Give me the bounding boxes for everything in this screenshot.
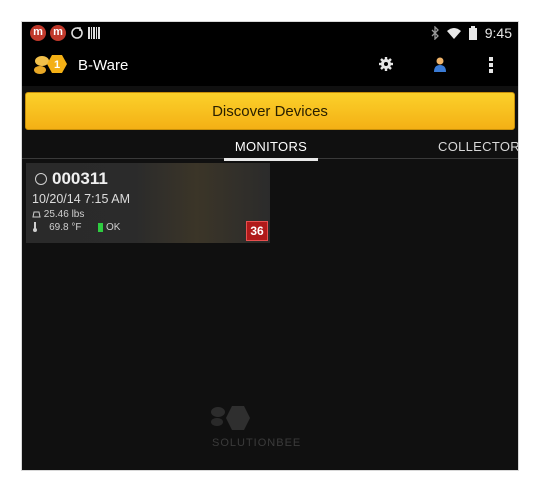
svg-text:1: 1 bbox=[54, 59, 60, 71]
battery-ok-icon bbox=[98, 223, 103, 232]
monitor-timestamp: 10/20/14 7:15 AM bbox=[32, 192, 130, 206]
solutionbee-logo-icon bbox=[211, 406, 250, 430]
battery-icon bbox=[468, 26, 477, 40]
sync-icon bbox=[71, 27, 83, 39]
tab-monitors[interactable]: MONITORS bbox=[224, 139, 318, 161]
status-value: OK bbox=[106, 222, 121, 233]
app-screen: m m 9:45 1 B-Ware Discover Devices MONIT… bbox=[22, 22, 518, 470]
bluetooth-icon bbox=[431, 26, 439, 40]
thermometer-icon bbox=[33, 222, 37, 233]
tab-bar: MONITORS COLLECTORS bbox=[22, 136, 518, 161]
battery-status: OK bbox=[98, 222, 120, 233]
settings-icon[interactable] bbox=[378, 56, 394, 72]
notification-icon: m bbox=[30, 25, 46, 41]
system-icons: 9:45 bbox=[431, 25, 512, 41]
account-icon[interactable] bbox=[432, 56, 448, 72]
weight-value: 25.46 lbs bbox=[43, 209, 85, 220]
monitor-id: 000311 bbox=[52, 169, 108, 188]
discover-devices-button[interactable]: Discover Devices bbox=[25, 92, 515, 130]
weight-icon bbox=[32, 211, 41, 218]
tab-collectors[interactable]: COLLECTORS bbox=[438, 139, 518, 154]
watermark-text: SOLUTIONBEE bbox=[212, 437, 302, 449]
temperature-reading: 69.8 °F bbox=[32, 222, 81, 233]
monitor-card[interactable]: 000311 10/20/14 7:15 AM 25.46 lbs 69.8 °… bbox=[26, 163, 270, 243]
weight-reading: 25.46 lbs bbox=[32, 209, 84, 220]
barcode-icon bbox=[88, 27, 100, 39]
clock: 9:45 bbox=[484, 25, 512, 41]
app-title: B-Ware bbox=[78, 57, 129, 74]
count-badge: 36 bbox=[246, 221, 268, 241]
temperature-value: 69.8 °F bbox=[49, 222, 82, 233]
status-bar: m m 9:45 bbox=[22, 22, 518, 46]
notification-area: m m bbox=[30, 25, 100, 41]
overflow-menu-icon[interactable] bbox=[488, 56, 494, 74]
wifi-icon bbox=[446, 28, 461, 39]
notification-icon: m bbox=[50, 25, 66, 41]
action-bar: 1 B-Ware bbox=[22, 46, 518, 86]
bee-logo-icon[interactable]: 1 bbox=[32, 52, 72, 80]
select-radio[interactable] bbox=[35, 173, 47, 185]
